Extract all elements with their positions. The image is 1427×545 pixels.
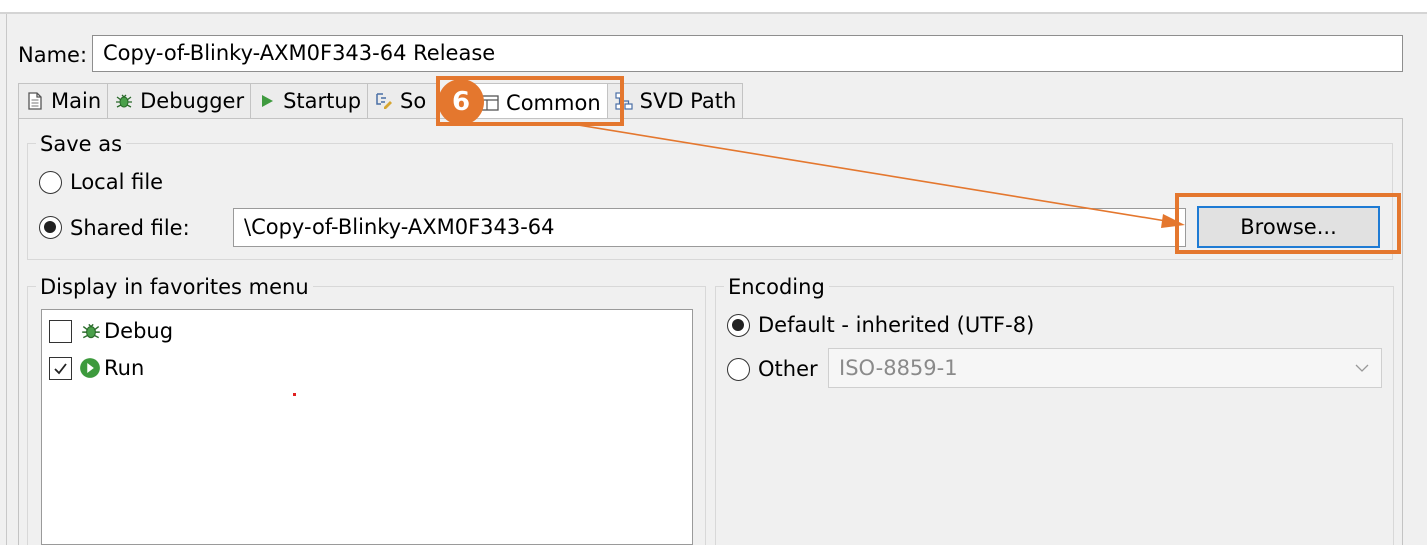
tab-label: Debugger [140,89,245,113]
encoding-select-value: ISO-8859-1 [839,356,958,380]
tab-label: Main [51,89,102,113]
bug-icon [114,91,134,111]
tab-bar: Main Debugger Startup So Common SVD Path [18,83,744,121]
tab-label: SVD Path [639,89,737,113]
name-label: Name: [18,43,88,67]
favorites-item-debug: Debug [104,319,174,343]
other-encoding-label: Other [758,357,818,381]
stray-mark [293,393,296,396]
encoding-select[interactable]: ISO-8859-1 [828,348,1382,388]
save-as-title: Save as [36,131,127,157]
tab-startup[interactable]: Startup [250,83,368,119]
run-icon [80,358,100,378]
tab-main[interactable]: Main [18,83,108,119]
left-divider [6,14,7,545]
encoding-title: Encoding [724,274,829,300]
default-encoding-radio[interactable] [727,314,750,337]
other-encoding-radio[interactable] [727,358,750,381]
tab-label: Startup [283,89,362,113]
step-badge: 6 [438,79,484,125]
local-file-label: Local file [70,170,164,194]
shared-file-label: Shared file: [70,216,190,240]
play-icon [257,91,277,111]
tab-debugger[interactable]: Debugger [107,83,251,119]
tab-svd-path[interactable]: SVD Path [606,83,744,119]
shared-file-radio[interactable] [39,216,62,239]
browse-button-highlight [1175,193,1401,254]
default-encoding-label: Default - inherited (UTF-8) [758,313,1035,337]
tab-label: So [400,89,427,113]
debug-checkbox[interactable] [49,320,72,343]
local-file-radio[interactable] [39,171,62,194]
chevron-down-icon [1355,364,1369,372]
tab-source[interactable]: So [367,83,438,119]
source-icon [374,91,394,111]
document-icon [25,91,45,111]
favorites-item-run: Run [104,356,145,380]
checkmark-icon [54,363,67,375]
shared-file-path-input[interactable]: \Copy-of-Blinky-AXM0F343-64 [233,208,1186,247]
window-top-strip [0,0,1427,14]
bug-icon [82,323,100,339]
name-input[interactable]: Copy-of-Blinky-AXM0F343-64 Release [92,35,1403,72]
favorites-title: Display in favorites menu [36,274,313,300]
run-checkbox[interactable] [49,357,72,380]
